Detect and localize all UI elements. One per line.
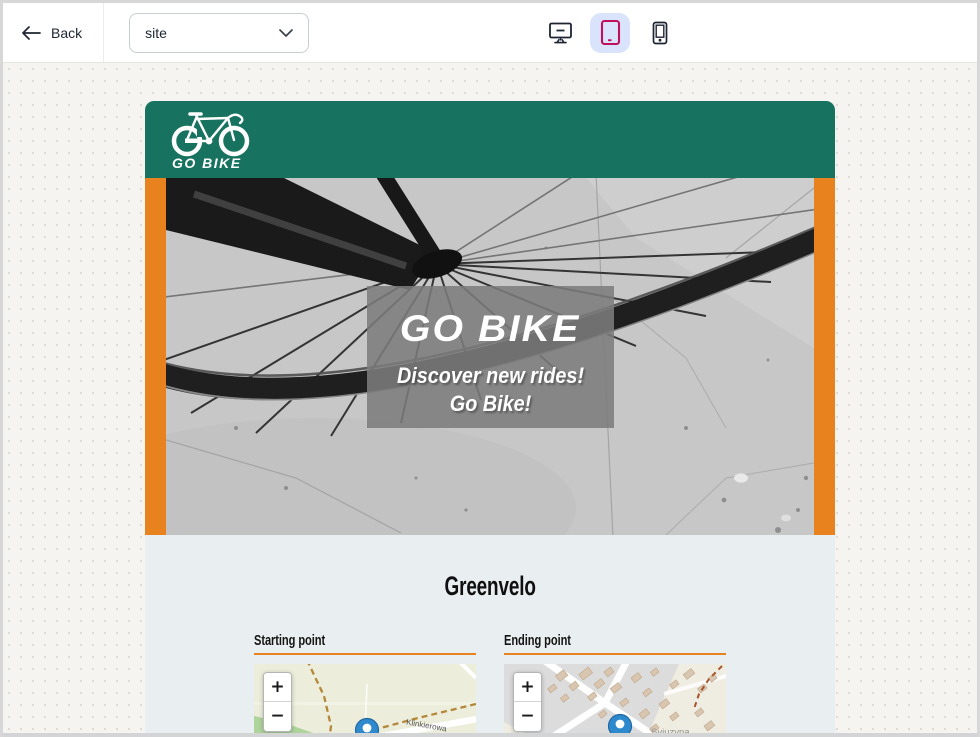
device-tablet-button[interactable] [590,13,630,53]
zoom-in-button[interactable]: + [514,673,541,702]
mobile-phone-icon [651,21,669,45]
back-button[interactable]: Back [21,25,82,41]
ending-point-label: Ending point [504,633,726,655]
starting-point-column: Starting point [254,633,476,736]
zoom-out-button[interactable]: − [264,702,291,731]
chevron-down-icon [279,29,293,37]
toolbar-divider [103,3,104,62]
tablet-icon [600,19,621,46]
site-preview: GO BIKE [145,101,835,736]
section-heading: Greenvelo [145,571,835,603]
preview-canvas: GO BIKE [3,63,977,736]
go-bike-logo: GO BIKE [170,109,262,171]
horizontal-scrollbar[interactable] [3,733,977,737]
map-zoom-control: + − [263,672,292,732]
map-columns: Starting point [145,633,835,736]
ending-point-column: Ending point [504,633,726,736]
route-section: Greenvelo Starting point [145,535,835,736]
ending-point-map[interactable]: Svjuzyna + − [504,664,726,736]
app-window: Back site [0,0,980,737]
back-label: Back [51,25,82,41]
zoom-in-button[interactable]: + [264,673,291,702]
map-zoom-control: + − [513,672,542,732]
device-toggle-group [543,13,677,53]
site-header: GO BIKE [145,101,835,178]
hero-subtitle-line1: Discover new rides! [379,362,601,390]
hero-section: GO BIKE Discover new rides! Go Bike! [145,178,835,535]
starting-point-label: Starting point [254,633,476,655]
starting-point-map[interactable]: Klinkierowa + − [254,664,476,736]
arrow-left-icon [21,26,41,40]
hero-subtitle: Discover new rides! Go Bike! [379,362,601,418]
hero-subtitle-line2: Go Bike! [379,390,601,418]
desktop-monitor-icon [548,22,573,44]
device-mobile-button[interactable] [643,16,677,50]
page-selector[interactable]: site [129,13,309,53]
hero-title: GO BIKE [400,308,580,350]
toolbar: Back site [3,3,977,63]
page-selector-value: site [145,25,167,41]
logo-text: GO BIKE [172,155,242,171]
hero-overlay: GO BIKE Discover new rides! Go Bike! [367,286,614,428]
device-desktop-button[interactable] [543,16,577,50]
zoom-out-button[interactable]: − [514,702,541,731]
